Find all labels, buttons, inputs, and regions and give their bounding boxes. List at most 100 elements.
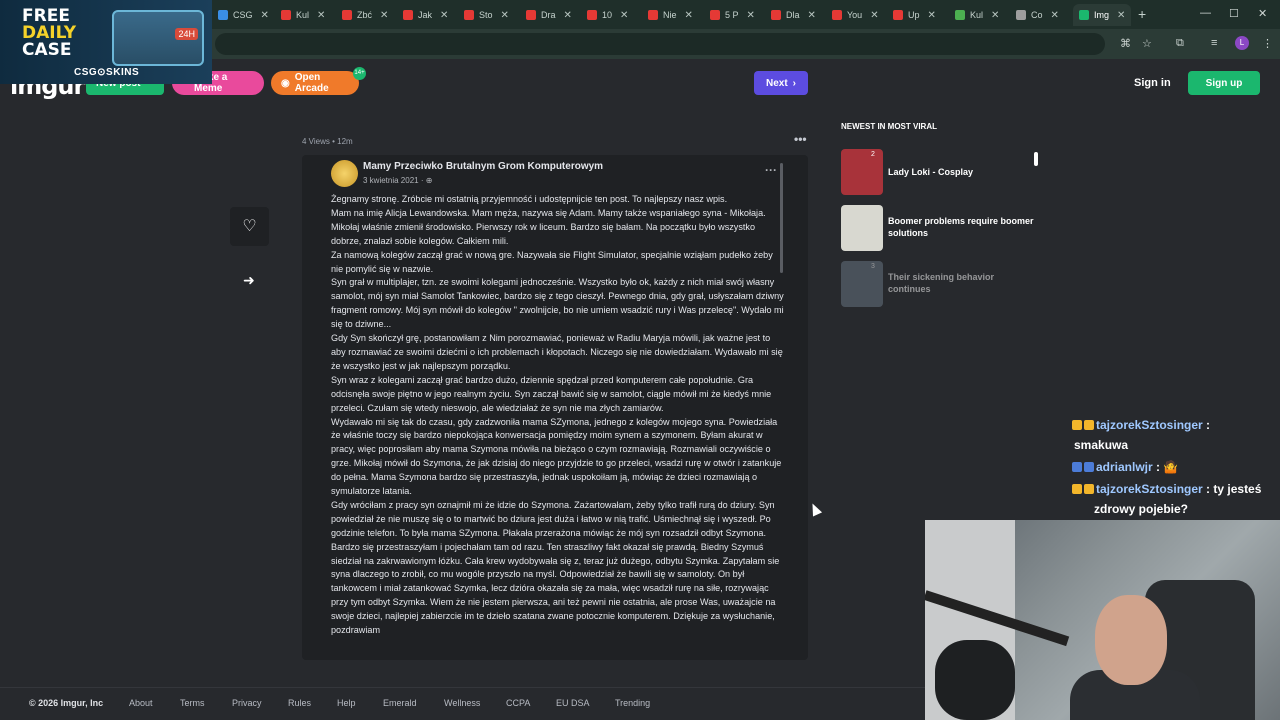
- close-tab-icon[interactable]: ✕: [870, 10, 878, 21]
- ad-case-image: 24H: [112, 10, 204, 66]
- footer-link-wellness[interactable]: Wellness: [444, 698, 480, 708]
- arcade-badge: 14+: [353, 67, 366, 80]
- translate-icon[interactable]: ⌘: [1120, 37, 1131, 50]
- sign-up-button[interactable]: Sign up: [1188, 71, 1260, 95]
- close-tab-icon[interactable]: ✕: [991, 10, 999, 21]
- browser-tab[interactable]: 5 P ✕: [710, 4, 755, 26]
- post-body-text: Żegnamy stronę. Zróbcie mi ostatnią przy…: [331, 194, 784, 636]
- footer-link-privacy[interactable]: Privacy: [232, 698, 262, 708]
- chat-badge-icon: [1084, 420, 1094, 430]
- menu-icon[interactable]: ⋮: [1262, 37, 1273, 50]
- tab-favicon-icon: [1079, 10, 1089, 20]
- tab-favicon-icon: [893, 10, 903, 20]
- chat-badge-icon: [1072, 420, 1082, 430]
- viral-item[interactable]: 2 Lady Loki - Cosplay: [841, 149, 1041, 195]
- bookmark-star-icon[interactable]: ☆: [1142, 37, 1152, 50]
- post-meta: 4 Views • 12m: [302, 137, 353, 146]
- browser-tab[interactable]: Dla ✕: [771, 4, 816, 26]
- close-tab-icon[interactable]: ✕: [808, 10, 816, 21]
- tab-favicon-icon: [403, 10, 413, 20]
- share-arrow-icon[interactable]: ➜: [243, 272, 255, 289]
- open-arcade-label: Open Arcade: [294, 72, 329, 94]
- footer-link-emerald[interactable]: Emerald: [383, 698, 417, 708]
- profile-avatar[interactable]: L: [1235, 36, 1249, 50]
- viral-item-title: Boomer problems require boomer solutions: [888, 216, 1034, 238]
- tab-favicon-icon: [648, 10, 658, 20]
- browser-tab[interactable]: Dra ✕: [526, 4, 572, 26]
- close-tab-icon[interactable]: ✕: [380, 10, 388, 21]
- close-tab-icon[interactable]: ✕: [501, 10, 509, 21]
- tab-favicon-icon: [526, 10, 536, 20]
- close-tab-icon[interactable]: ✕: [1117, 10, 1125, 21]
- page-name: Mamy Przeciwko Brutalnym Grom Komputerow…: [363, 161, 604, 172]
- chat-message: smakuwa: [1074, 438, 1129, 452]
- media-icon[interactable]: ≡: [1211, 37, 1217, 49]
- tab-favicon-icon: [342, 10, 352, 20]
- chat-badge-icon: [1084, 484, 1094, 494]
- footer-link-eu-dsa[interactable]: EU DSA: [556, 698, 590, 708]
- footer-link-about[interactable]: About: [129, 698, 153, 708]
- viral-thumbnail: [841, 261, 883, 307]
- footer-link-rules[interactable]: Rules: [288, 698, 311, 708]
- close-tab-icon[interactable]: ✕: [928, 10, 936, 21]
- extensions-icon[interactable]: ⧉: [1176, 37, 1184, 50]
- viral-item[interactable]: Boomer problems require boomer solutions: [841, 205, 1041, 251]
- new-tab-button[interactable]: +: [1138, 6, 1146, 22]
- close-tab-icon[interactable]: ✕: [685, 10, 693, 21]
- tab-favicon-icon: [464, 10, 474, 20]
- viral-item-title: Lady Loki - Cosplay: [888, 167, 974, 177]
- close-tab-icon[interactable]: ✕: [1051, 10, 1059, 21]
- ad-brand: CSG⊙SKINS: [74, 67, 140, 78]
- close-tab-icon[interactable]: ✕: [261, 10, 269, 21]
- next-button[interactable]: Next ›: [754, 71, 808, 95]
- browser-tab[interactable]: 10 ✕: [587, 4, 628, 26]
- gamepad-icon: ◉: [281, 77, 290, 89]
- post-image: Mamy Przeciwko Brutalnym Grom Komputerow…: [302, 155, 808, 660]
- chat-message: zdrowy pojebie?: [1094, 502, 1189, 516]
- chat-message: tajzorekSztosinger : ty jesteś: [1072, 482, 1261, 496]
- tab-favicon-icon: [771, 10, 781, 20]
- viral-item-title: Their sickening behavior continues: [888, 272, 995, 294]
- tab-favicon-icon: [1016, 10, 1026, 20]
- maximize-icon[interactable]: ☐: [1229, 7, 1239, 20]
- post-date: 3 kwietnia 2021 · ⊕: [363, 176, 433, 185]
- tab-favicon-icon: [955, 10, 965, 20]
- webcam-feed: [925, 520, 1280, 720]
- close-tab-icon[interactable]: ✕: [564, 10, 572, 21]
- browser-tab[interactable]: Co ✕: [1016, 4, 1059, 26]
- close-tab-icon[interactable]: ✕: [747, 10, 755, 21]
- browser-tab[interactable]: Sto ✕: [464, 4, 509, 26]
- open-arcade-button[interactable]: ◉ Open Arcade: [271, 71, 359, 95]
- close-window-icon[interactable]: ✕: [1258, 7, 1267, 20]
- minimize-icon[interactable]: —: [1200, 7, 1211, 19]
- footer-link-ccpa[interactable]: CCPA: [506, 698, 530, 708]
- browser-tab[interactable]: Nie ✕: [648, 4, 693, 26]
- viral-item[interactable]: 3 Their sickening behavior continues: [841, 261, 1041, 307]
- browser-tab[interactable]: Kul ✕: [955, 4, 999, 26]
- post-options-icon[interactable]: •••: [794, 132, 807, 146]
- close-tab-icon[interactable]: ✕: [440, 10, 448, 21]
- close-tab-icon[interactable]: ✕: [620, 10, 628, 21]
- tab-favicon-icon: [710, 10, 720, 20]
- browser-tab[interactable]: Kul ✕: [281, 4, 325, 26]
- footer-link-terms[interactable]: Terms: [180, 698, 205, 708]
- close-tab-icon[interactable]: ✕: [317, 10, 325, 21]
- favorite-heart-icon[interactable]: ♡: [230, 207, 269, 246]
- sign-in-link[interactable]: Sign in: [1134, 77, 1171, 89]
- ad-headline: FREE DAILY CASE: [22, 6, 77, 60]
- browser-tab[interactable]: CSG ✕: [218, 4, 269, 26]
- browser-tab[interactable]: You ✕: [832, 4, 879, 26]
- browser-tab[interactable]: Jak ✕: [403, 4, 448, 26]
- address-bar[interactable]: [215, 33, 1105, 55]
- tab-favicon-icon: [832, 10, 842, 20]
- viral-heading: NEWEST IN MOST VIRAL: [841, 122, 937, 131]
- tab-favicon-icon: [587, 10, 597, 20]
- ad-banner[interactable]: FREE DAILY CASE 24H CSG⊙SKINS: [0, 0, 212, 84]
- browser-tab-active[interactable]: Img ✕: [1073, 4, 1132, 26]
- globe-icon: ⊕: [425, 176, 433, 185]
- footer-link-help[interactable]: Help: [337, 698, 356, 708]
- browser-tab[interactable]: Up ✕: [893, 4, 936, 26]
- browser-tab[interactable]: Zbć ✕: [342, 4, 388, 26]
- chat-badge-icon: [1072, 462, 1082, 472]
- footer-link-trending[interactable]: Trending: [615, 698, 650, 708]
